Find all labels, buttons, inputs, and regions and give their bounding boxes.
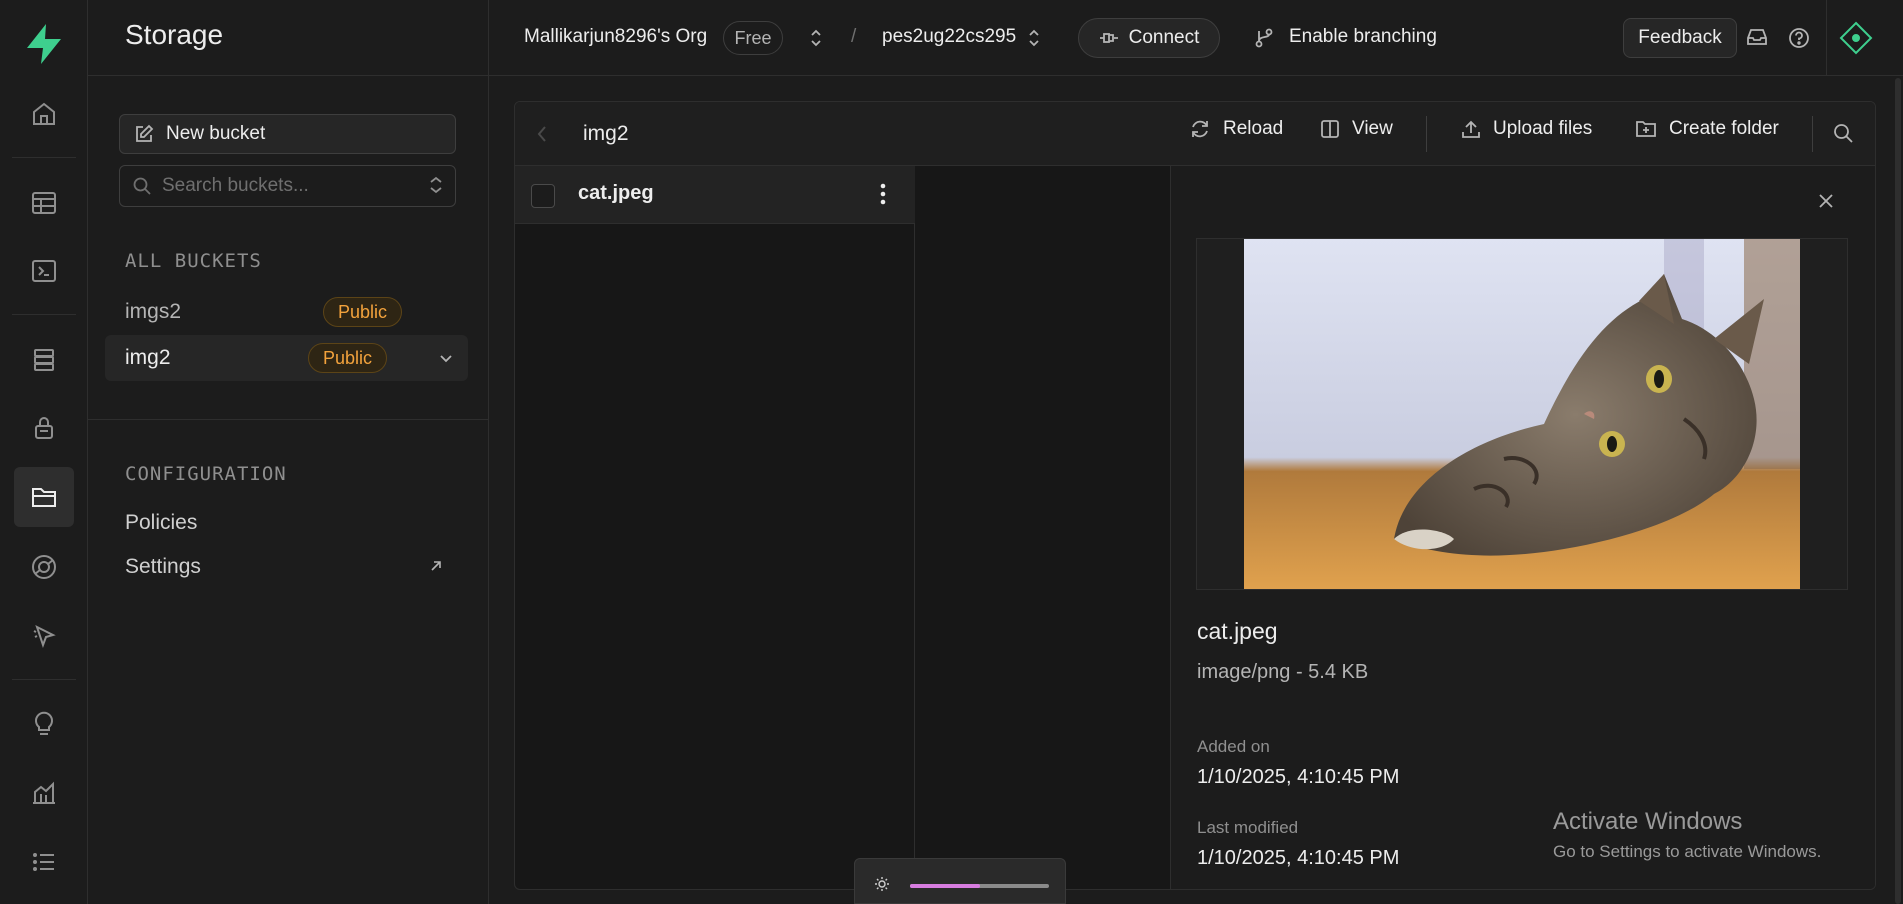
create-folder-button[interactable]: Create folder — [1635, 118, 1779, 140]
bucket-item-img2[interactable]: img2 Public — [105, 335, 468, 381]
file-preview-pane: cat.jpeg image/png - 5.4 KB Added on 1/1… — [1171, 166, 1875, 889]
advisors-icon[interactable] — [14, 694, 74, 754]
org-switcher-chevrons-icon[interactable] — [809, 28, 823, 48]
breadcrumb-separator: / — [851, 26, 857, 47]
reports-icon[interactable] — [14, 763, 74, 823]
connect-button[interactable]: Connect — [1078, 18, 1220, 58]
enable-branching-button[interactable]: Enable branching — [1289, 26, 1437, 48]
bucket-name: imgs2 — [125, 300, 182, 323]
project-name[interactable]: pes2ug22cs295 — [882, 26, 1016, 48]
folder-plus-icon — [1635, 119, 1657, 139]
activate-windows-watermark: Activate Windows Go to Settings to activ… — [1553, 808, 1821, 862]
file-row[interactable]: cat.jpeg — [515, 166, 915, 224]
assistant-icon[interactable] — [1838, 20, 1874, 56]
preview-file-meta: image/png - 5.4 KB — [1197, 661, 1369, 683]
create-folder-label: Create folder — [1669, 118, 1779, 139]
activate-title: Activate Windows — [1553, 808, 1743, 835]
file-name[interactable]: cat.jpeg — [578, 182, 654, 205]
divider — [88, 419, 489, 420]
columns-icon — [1320, 119, 1340, 139]
edit-icon — [134, 124, 154, 144]
file-explorer: img2 Reload View Upload files Create fol… — [514, 101, 1876, 890]
brightness-flyout — [854, 858, 1066, 904]
brightness-slider-fill — [910, 884, 980, 888]
database-icon[interactable] — [14, 330, 74, 390]
sort-chevrons-icon[interactable] — [427, 176, 445, 196]
all-buckets-heading: ALL BUCKETS — [125, 250, 262, 272]
sidebar-header: Storage — [88, 0, 489, 76]
view-label: View — [1352, 118, 1393, 139]
plan-badge: Free — [723, 21, 783, 55]
auth-icon[interactable] — [14, 398, 74, 458]
cat-photo — [1244, 239, 1800, 589]
new-bucket-label: New bucket — [166, 123, 266, 144]
image-preview — [1196, 238, 1848, 590]
help-icon[interactable] — [1788, 27, 1810, 49]
explorer-toolbar: img2 Reload View Upload files Create fol… — [515, 102, 1875, 166]
upload-files-label: Upload files — [1493, 118, 1593, 139]
back-chevron-icon[interactable] — [535, 124, 549, 144]
new-bucket-button[interactable]: New bucket — [119, 114, 456, 154]
reload-label: Reload — [1223, 118, 1284, 139]
file-checkbox[interactable] — [531, 184, 555, 208]
view-button[interactable]: View — [1320, 118, 1393, 140]
realtime-icon[interactable] — [14, 537, 74, 597]
edge-functions-icon[interactable] — [14, 606, 74, 666]
preview-file-name: cat.jpeg — [1197, 618, 1278, 644]
search-icon[interactable] — [1832, 122, 1854, 144]
chevron-down-icon[interactable] — [438, 350, 454, 366]
plug-icon — [1099, 30, 1119, 46]
page-title: Storage — [125, 19, 224, 50]
logo-icon[interactable] — [14, 14, 74, 74]
search-buckets-input[interactable] — [162, 175, 412, 197]
more-options-icon[interactable] — [880, 182, 886, 206]
bucket-breadcrumb: img2 — [583, 122, 629, 145]
activate-subtitle: Go to Settings to activate Windows. — [1553, 842, 1822, 861]
page-scrollbar[interactable] — [1895, 78, 1901, 904]
reload-icon — [1189, 118, 1211, 140]
table-editor-icon[interactable] — [14, 173, 74, 233]
external-link-icon — [428, 558, 444, 574]
settings-link[interactable]: Settings — [125, 555, 201, 579]
storage-sidebar: Storage New bucket ALL BUCKETS imgs2 Pub… — [88, 0, 489, 904]
last-modified-label: Last modified — [1197, 818, 1299, 837]
search-buckets-field[interactable] — [119, 165, 456, 207]
file-column: cat.jpeg — [515, 166, 915, 889]
added-on-label: Added on — [1197, 737, 1270, 756]
public-badge: Public — [323, 297, 403, 327]
connect-label: Connect — [1128, 27, 1200, 48]
inbox-icon[interactable] — [1746, 27, 1768, 47]
icon-rail — [0, 0, 88, 904]
upload-icon — [1461, 119, 1481, 139]
top-bar: Mallikarjun8296's Org Free / pes2ug22cs2… — [489, 0, 1903, 76]
close-icon[interactable] — [1817, 192, 1835, 210]
home-icon[interactable] — [14, 84, 74, 144]
bucket-name: img2 — [125, 346, 171, 369]
org-name[interactable]: Mallikarjun8296's Org — [524, 26, 707, 48]
logs-icon[interactable] — [14, 832, 74, 892]
empty-column — [915, 166, 1171, 889]
public-badge: Public — [308, 343, 388, 373]
upload-files-button[interactable]: Upload files — [1461, 118, 1592, 140]
reload-button[interactable]: Reload — [1189, 118, 1283, 140]
storage-icon[interactable] — [14, 467, 74, 527]
branch-icon — [1254, 27, 1274, 49]
last-modified-value: 1/10/2025, 4:10:45 PM — [1197, 847, 1400, 869]
sql-editor-icon[interactable] — [14, 241, 74, 301]
brightness-slider[interactable] — [910, 884, 1049, 888]
added-on-value: 1/10/2025, 4:10:45 PM — [1197, 766, 1400, 788]
bucket-item-imgs2[interactable]: imgs2 Public — [105, 289, 468, 335]
search-icon — [132, 176, 152, 196]
policies-link[interactable]: Policies — [125, 511, 197, 535]
configuration-heading: CONFIGURATION — [125, 463, 287, 485]
brightness-icon — [874, 876, 890, 892]
project-switcher-chevrons-icon[interactable] — [1027, 28, 1041, 48]
feedback-button[interactable]: Feedback — [1623, 18, 1737, 58]
